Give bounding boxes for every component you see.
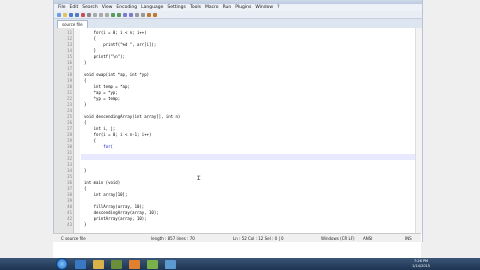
new-file-icon[interactable]	[57, 12, 61, 17]
recorder-taskbar-icon[interactable]	[165, 259, 176, 269]
menu-macro[interactable]: Macro	[205, 4, 219, 11]
status-position: Ln : 52 Col : 12 Sel : 0 | 0	[233, 235, 284, 241]
line-number: 43	[67, 222, 72, 227]
menu-plugins[interactable]: Plugins	[235, 4, 251, 11]
menu-help[interactable]: ?	[277, 4, 279, 11]
status-encoding: ANSI	[363, 235, 373, 241]
open-file-icon[interactable]	[63, 12, 67, 17]
ie-taskbar-icon[interactable]	[75, 259, 86, 269]
status-eol: Windows (CR LF)	[321, 235, 355, 241]
app-taskbar-icon[interactable]	[129, 259, 140, 269]
system-clock[interactable]: 7:26 PM 1/14/2015	[412, 259, 430, 269]
menu-run[interactable]: Run	[223, 4, 232, 11]
macro-play-icon[interactable]	[153, 12, 157, 17]
status-length: length : 857 lines : 70	[151, 235, 195, 241]
menu-bar: File Edit Search View Encoding Language …	[54, 4, 422, 11]
replace-icon[interactable]	[129, 12, 133, 17]
macro-record-icon[interactable]	[147, 12, 151, 17]
tab-bar: source file	[54, 19, 422, 28]
close-icon[interactable]	[81, 12, 85, 17]
menu-window[interactable]: Window	[255, 4, 273, 11]
left-margin	[0, 0, 53, 270]
tab-source-file[interactable]: source file	[57, 20, 88, 28]
status-file-type: C source file	[61, 235, 86, 241]
undo-icon[interactable]	[111, 12, 115, 17]
status-bar: C source file length : 857 lines : 70 Ln…	[53, 233, 421, 242]
code-text: }	[84, 222, 87, 227]
start-button-icon[interactable]	[56, 258, 68, 270]
print-icon[interactable]	[87, 12, 91, 17]
redo-icon[interactable]	[117, 12, 121, 17]
zoom-in-icon[interactable]	[135, 12, 139, 17]
media-taskbar-icon[interactable]	[111, 259, 122, 269]
copy-icon[interactable]	[99, 12, 103, 17]
menu-settings[interactable]: Settings	[167, 4, 185, 11]
code-editor[interactable]: 11 for(i = 0; i < n; i++) 12 {13 printf("…	[54, 28, 422, 233]
paste-icon[interactable]	[105, 12, 109, 17]
status-mode: INS	[405, 235, 412, 241]
save-all-icon[interactable]	[75, 12, 79, 17]
vertical-scrollbar[interactable]	[415, 28, 422, 233]
status-bar-wrap: C source file length : 857 lines : 70 Ln…	[53, 233, 421, 242]
menu-search[interactable]: Search	[82, 4, 97, 11]
right-margin	[421, 0, 480, 270]
toolbar	[54, 11, 422, 19]
save-icon[interactable]	[69, 12, 73, 17]
explorer-taskbar-icon[interactable]	[93, 259, 104, 269]
cut-icon[interactable]	[93, 12, 97, 17]
notepadpp-taskbar-icon[interactable]	[147, 259, 158, 269]
zoom-out-icon[interactable]	[141, 12, 145, 17]
menu-tools[interactable]: Tools	[190, 4, 201, 11]
clock-date: 1/14/2015	[412, 264, 430, 268]
find-icon[interactable]	[123, 12, 127, 17]
menu-file[interactable]: File	[58, 4, 66, 11]
taskbar: 7:26 PM 1/14/2015	[0, 258, 480, 270]
code-line[interactable]: 43}	[54, 222, 422, 228]
menu-encoding[interactable]: Encoding	[116, 4, 137, 11]
notepadpp-window: File Edit Search View Encoding Language …	[53, 0, 423, 242]
menu-language[interactable]: Language	[141, 4, 163, 11]
mouse-cursor-icon: Ɪ	[197, 175, 201, 182]
menu-edit[interactable]: Edit	[70, 4, 79, 11]
menu-view[interactable]: View	[102, 4, 113, 11]
